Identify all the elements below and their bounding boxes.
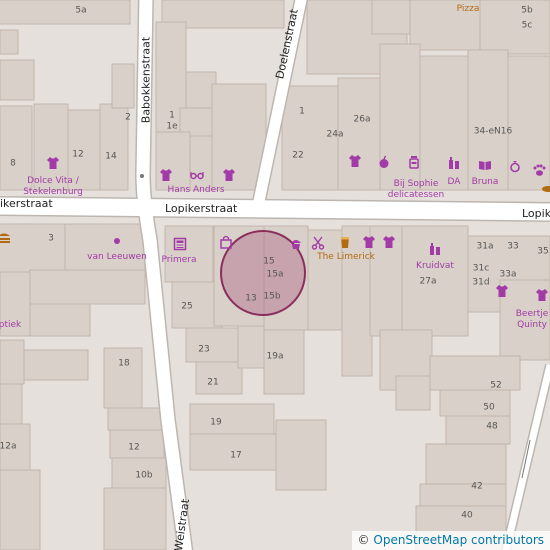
poi-the-limerick[interactable]: The Limerick	[317, 252, 375, 263]
house-number: 35	[537, 246, 549, 257]
house-number: 52	[490, 380, 502, 391]
house-number: 5a	[75, 5, 87, 16]
map-canvas[interactable]: ikerstraat Lopikerstraat Lopik Babokkens…	[0, 0, 550, 550]
copyright-symbol: ©	[357, 533, 370, 547]
house-number: 18	[118, 358, 130, 369]
poi-label-line: Dolce Vita /	[27, 176, 79, 186]
house-number: 5b	[521, 5, 533, 16]
poi-label-line: Bij Sophie	[393, 179, 439, 189]
openstreetmap-link[interactable]: OpenStreetMap contributors	[373, 533, 544, 547]
beer-icon[interactable]	[338, 235, 352, 249]
house-number: 31a	[476, 241, 494, 252]
street-babokkenstraat: Babokkenstraat	[139, 36, 153, 124]
house-number: 5c	[521, 20, 533, 31]
clothes-icon[interactable]	[348, 154, 362, 168]
poi-hans-anders[interactable]: Hans Anders	[167, 185, 224, 196]
house-number: 12	[72, 149, 84, 160]
house-number: 3	[48, 233, 54, 244]
bottles-icon[interactable]	[447, 156, 461, 170]
poi-pizza[interactable]: Pizza	[457, 4, 480, 15]
house-number: 31d	[472, 277, 490, 288]
poi-bij-sophie[interactable]: Bij Sophie delicatessen	[388, 179, 444, 201]
house-number: 26a	[353, 114, 371, 125]
poi-van-leeuwen[interactable]: van Leeuwen	[87, 252, 147, 263]
house-number: 48	[486, 421, 498, 432]
house-number: 19a	[266, 351, 284, 362]
house-number: 2	[125, 112, 131, 123]
dot-icon[interactable]	[110, 234, 124, 248]
clothes-icon[interactable]	[535, 288, 549, 302]
poi-bruna[interactable]: Bruna	[472, 177, 499, 188]
poi-optiek[interactable]: ptiek	[0, 320, 21, 331]
house-number: 12	[128, 442, 140, 453]
clothes-icon[interactable]	[362, 235, 376, 249]
bottles-icon[interactable]	[428, 242, 442, 256]
house-number: 14	[105, 151, 117, 162]
house-number: 17	[230, 450, 242, 461]
glasses-icon[interactable]	[190, 168, 204, 182]
poi-beertje-quinty[interactable]: Beertje Quinty	[516, 309, 549, 331]
house-number: 21	[207, 377, 219, 388]
poi-label-line: Stekelenburg	[23, 187, 83, 197]
poi-label-line: delicatessen	[387, 190, 445, 200]
poi-da[interactable]: DA	[448, 177, 461, 188]
house-number: 15b	[263, 291, 281, 302]
house-number: 1e	[166, 121, 178, 132]
clothes-icon[interactable]	[495, 284, 509, 298]
house-number: 12a	[0, 441, 17, 452]
house-number: 15	[263, 256, 275, 267]
book-icon[interactable]	[478, 158, 492, 172]
poi-dolce-vita[interactable]: Dolce Vita / Stekelenburg	[23, 176, 83, 198]
house-number: 8	[10, 158, 16, 169]
house-number: 33	[507, 241, 519, 252]
house-number: 19	[210, 417, 222, 428]
house-number: 50	[483, 402, 495, 413]
house-number: 1	[299, 106, 305, 117]
paw-icon[interactable]	[532, 163, 546, 177]
house-number: 1	[169, 110, 175, 121]
poi-label-line: Quinty	[517, 320, 547, 330]
clothes-icon[interactable]	[222, 168, 236, 182]
street-lopikerstraat: Lopikerstraat	[165, 202, 238, 215]
house-number: 25	[181, 301, 193, 312]
house-number: 15a	[266, 269, 284, 280]
street-lopikerstraat-west: ikerstraat	[0, 197, 53, 210]
poi-label-line: Beertje	[515, 309, 549, 319]
jar-icon[interactable]	[407, 155, 421, 169]
apple-icon[interactable]	[377, 155, 391, 169]
clothes-icon[interactable]	[382, 235, 396, 249]
poi-kruidvat[interactable]: Kruidvat	[416, 261, 454, 272]
cupcake-icon[interactable]	[289, 236, 303, 250]
clothes-icon[interactable]	[159, 168, 173, 182]
ring-icon[interactable]	[508, 159, 522, 173]
house-number: 31c	[472, 263, 490, 274]
scissors-icon[interactable]	[311, 236, 325, 250]
house-number: 33a	[499, 269, 517, 280]
house-number: 10b	[135, 470, 153, 481]
bakery-icon[interactable]	[541, 181, 550, 195]
shopping-bag-icon[interactable]	[219, 235, 233, 249]
house-number: 24a	[326, 129, 344, 140]
crossing-dot	[140, 174, 144, 178]
clothes-icon[interactable]	[46, 156, 60, 170]
house-number: 13	[245, 293, 257, 304]
house-number: 40	[461, 510, 473, 521]
poi-primera[interactable]: Primera	[162, 255, 197, 266]
house-number: 22	[292, 150, 304, 161]
house-number: 27a	[419, 276, 437, 287]
house-number: 34-eN16	[473, 126, 513, 137]
food-icon[interactable]	[0, 230, 11, 244]
house-number: 23	[198, 344, 210, 355]
street-lopikerstraat-east: Lopik	[522, 207, 550, 220]
map-attribution: © OpenStreetMap contributors	[351, 531, 550, 550]
house-number: 42	[471, 481, 483, 492]
newspaper-icon[interactable]	[173, 237, 187, 251]
